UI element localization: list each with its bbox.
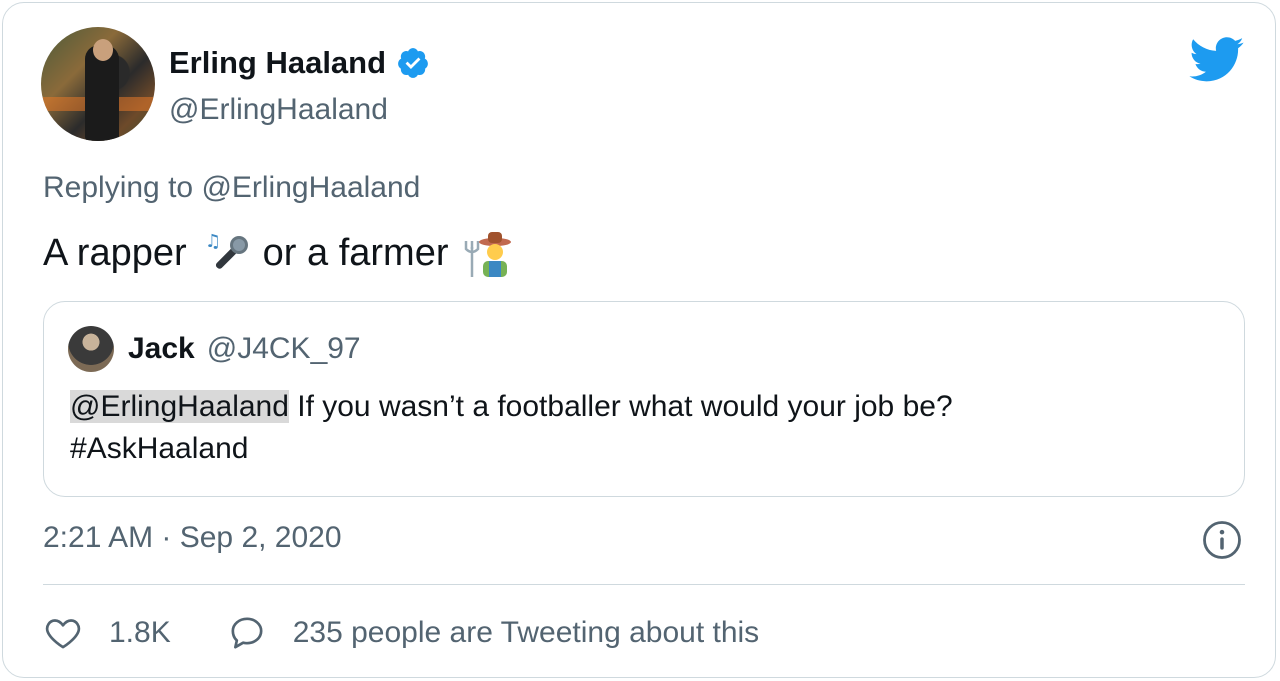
like-count: 1.8K bbox=[109, 616, 171, 649]
quoted-header: Jack @J4CK_97 bbox=[128, 332, 361, 366]
quoted-tweet[interactable]: Jack @J4CK_97 @ErlingHaaland If you wasn… bbox=[43, 301, 1245, 497]
twitter-bird-icon[interactable] bbox=[1189, 37, 1245, 83]
tweet-timestamp[interactable]: 2:21 AM · Sep 2, 2020 bbox=[43, 521, 342, 555]
replying-to-line: Replying to @ErlingHaaland bbox=[43, 171, 420, 205]
quoted-handle[interactable]: @J4CK_97 bbox=[207, 332, 361, 366]
author-display-name[interactable]: Erling Haaland bbox=[169, 45, 386, 81]
replying-to-label: Replying to bbox=[43, 171, 194, 204]
heart-icon bbox=[45, 619, 81, 649]
conversation-text: 235 people are Tweeting about this bbox=[292, 616, 760, 649]
farmer-emoji-icon bbox=[465, 232, 512, 277]
author-handle[interactable]: @ErlingHaaland bbox=[169, 93, 388, 127]
quoted-body: If you wasn’t a footballer what would yo… bbox=[288, 390, 953, 423]
quoted-avatar[interactable] bbox=[68, 326, 114, 372]
like-button[interactable]: 1.8K bbox=[43, 613, 171, 653]
quoted-name[interactable]: Jack bbox=[128, 332, 195, 366]
svg-text:♫: ♫ bbox=[205, 231, 221, 252]
tweet-actions: 1.8K 235 people are Tweeting about this bbox=[43, 613, 759, 653]
tweet-body: A rapper ♫ or a farmer bbox=[43, 227, 524, 279]
quoted-mention[interactable]: @ErlingHaaland bbox=[70, 390, 289, 423]
info-icon[interactable] bbox=[1201, 519, 1243, 561]
author-avatar[interactable] bbox=[41, 27, 155, 141]
author-name-row[interactable]: Erling Haaland bbox=[169, 45, 430, 81]
verified-badge-icon bbox=[398, 48, 428, 78]
tweet-text-part1: A rapper bbox=[43, 231, 187, 274]
quoted-text: @ErlingHaaland If you wasn’t a footballe… bbox=[70, 386, 1220, 470]
replying-to-handle[interactable]: @ErlingHaaland bbox=[201, 171, 420, 204]
tweet-text-part2: or a farmer bbox=[262, 231, 449, 274]
speech-bubble-icon bbox=[231, 617, 263, 649]
conversation-button[interactable]: 235 people are Tweeting about this bbox=[227, 613, 759, 653]
microphone-emoji-icon: ♫ bbox=[205, 231, 248, 269]
quoted-hashtag[interactable]: #AskHaaland bbox=[70, 432, 248, 465]
tweet-card[interactable]: Erling Haaland @ErlingHaaland Replying t… bbox=[2, 2, 1276, 678]
divider bbox=[43, 584, 1245, 585]
